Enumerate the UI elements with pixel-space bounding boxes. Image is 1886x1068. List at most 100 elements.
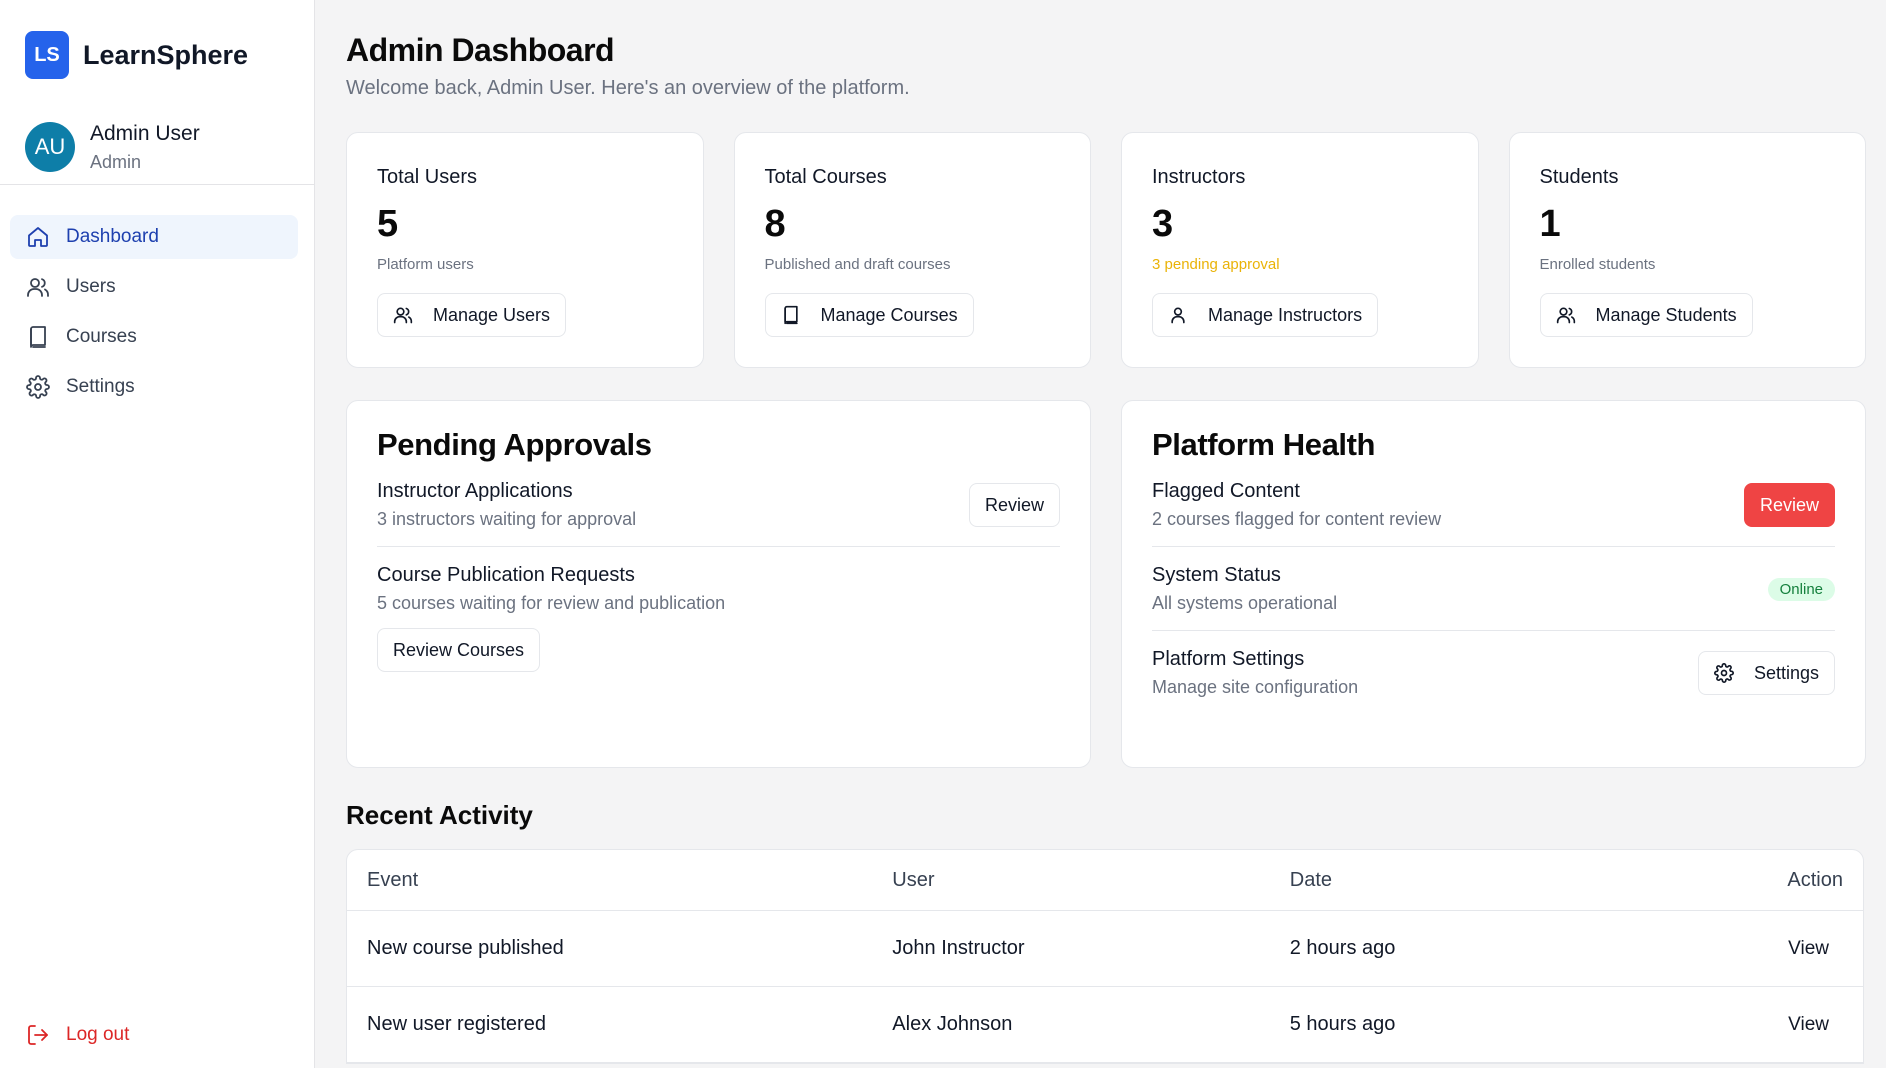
stat-value: 5 [377, 203, 399, 245]
sidebar: LS LearnSphere AU Admin User Admin Dashb… [0, 0, 315, 1068]
sidebar-item-label: Settings [66, 376, 135, 397]
stat-value: 8 [764, 203, 786, 245]
stat-note: Platform users [377, 256, 474, 273]
table-row: New user registered Alex Johnson 5 hours… [347, 987, 1863, 1063]
sidebar-nav: Dashboard Users Courses Settings [10, 215, 298, 415]
panels-row: Pending Approvals Instructor Application… [346, 400, 1866, 768]
manage-courses-button[interactable]: Manage Courses [764, 293, 974, 337]
sidebar-item-label: Courses [66, 326, 137, 347]
stats-row: Total Users 5 Platform users Manage User… [346, 132, 1866, 368]
stat-label: Total Users [377, 166, 478, 188]
column-header-date: Date [1289, 868, 1332, 891]
button-label: Manage Courses [820, 304, 958, 325]
main-content: Admin Dashboard Welcome back, Admin User… [315, 0, 1886, 1068]
sidebar-item-dashboard[interactable]: Dashboard [10, 215, 298, 259]
platform-settings-row: Platform Settings Manage site configurat… [1152, 631, 1835, 714]
logout-icon [28, 1025, 48, 1045]
page-subtitle: Welcome back, Admin User. Here's an over… [346, 77, 910, 99]
review-flagged-button[interactable]: Review [1743, 483, 1835, 527]
stat-card-instructors: Instructors 3 3 pending approval Manage … [1121, 132, 1479, 368]
cell-event: New course published [367, 937, 564, 959]
brand[interactable]: LS LearnSphere [0, 0, 314, 80]
row-title: Instructor Applications [377, 480, 573, 502]
row-title: Flagged Content [1152, 480, 1300, 502]
row-desc: 3 instructors waiting for approval [377, 509, 637, 529]
instructor-applications-row: Instructor Applications 3 instructors wa… [377, 463, 1060, 547]
system-status-row: System Status All systems operational On… [1152, 547, 1835, 631]
stat-label: Total Courses [764, 166, 887, 188]
manage-instructors-button[interactable]: Manage Instructors [1152, 293, 1379, 337]
stat-card-courses: Total Courses 8 Published and draft cour… [733, 132, 1091, 368]
button-label: Manage Instructors [1208, 304, 1363, 325]
review-courses-button[interactable]: Review Courses [377, 628, 541, 672]
button-label: Manage Users [433, 304, 551, 325]
sidebar-item-users[interactable]: Users [10, 265, 298, 309]
pending-approval-note: 3 pending approval [1152, 256, 1280, 273]
stat-label: Students [1539, 166, 1619, 188]
course-publication-row: Course Publication Requests 5 courses wa… [377, 547, 1060, 688]
stat-value: 3 [1152, 203, 1174, 245]
column-header-action: Action [1787, 868, 1843, 891]
users-icon [1556, 307, 1575, 324]
panel-title: Platform Health [1152, 427, 1376, 462]
logout-label: Log out [66, 1024, 130, 1045]
recent-activity-table: Event User Date Action New course publis… [346, 849, 1864, 1064]
stat-value: 1 [1539, 203, 1561, 245]
profile-role: Admin [90, 151, 142, 172]
view-link[interactable]: View [1729, 938, 1863, 960]
gear-icon [1714, 663, 1734, 683]
platform-health-panel: Platform Health Flagged Content 2 course… [1121, 400, 1866, 768]
row-desc: 2 courses flagged for content review [1152, 509, 1442, 529]
settings-button[interactable]: Settings [1697, 651, 1835, 695]
page-title: Admin Dashboard [346, 32, 615, 68]
column-header-event: Event [367, 868, 419, 891]
row-desc: 5 courses waiting for review and publica… [377, 593, 726, 613]
gear-icon [26, 375, 50, 399]
profile-name: Admin User [90, 121, 200, 145]
cell-date: 5 hours ago [1289, 1013, 1396, 1035]
book-icon [30, 326, 46, 348]
table-row: New course published John Instructor 2 h… [347, 911, 1863, 987]
users-icon [393, 307, 413, 324]
row-desc: All systems operational [1152, 593, 1338, 613]
sidebar-divider [0, 184, 314, 185]
stat-note: Published and draft courses [764, 256, 951, 273]
users-icon [27, 278, 49, 297]
stat-label: Instructors [1152, 166, 1246, 188]
stat-card-users: Total Users 5 Platform users Manage User… [346, 132, 704, 368]
cell-user: John Instructor [892, 937, 1025, 959]
avatar: AU [25, 122, 75, 172]
stat-note: Enrolled students [1539, 256, 1656, 273]
review-instructors-button[interactable]: Review [968, 483, 1060, 527]
home-icon [28, 227, 48, 247]
logout-button[interactable]: Log out [26, 1023, 129, 1047]
panel-title: Pending Approvals [377, 427, 652, 462]
row-title: System Status [1152, 564, 1281, 586]
user-profile: AU Admin User Admin [0, 80, 314, 184]
manage-users-button[interactable]: Manage Users [377, 293, 567, 337]
pending-approvals-panel: Pending Approvals Instructor Application… [346, 400, 1091, 768]
sidebar-item-settings[interactable]: Settings [10, 365, 298, 409]
cell-event: New user registered [367, 1013, 546, 1035]
sidebar-item-label: Users [66, 276, 116, 297]
view-link[interactable]: View [1729, 1014, 1863, 1036]
sidebar-item-courses[interactable]: Courses [10, 315, 298, 359]
button-label: Manage Students [1595, 304, 1737, 325]
table-header: Event User Date Action [347, 850, 1863, 911]
stat-card-students: Students 1 Enrolled students Manage Stud… [1508, 132, 1866, 368]
status-badge: Online [1767, 577, 1835, 601]
brand-logo: LS [25, 31, 69, 79]
row-title: Course Publication Requests [377, 564, 635, 586]
brand-name: LearnSphere [83, 39, 249, 70]
row-desc: Manage site configuration [1152, 677, 1359, 697]
manage-students-button[interactable]: Manage Students [1539, 293, 1753, 337]
cell-user: Alex Johnson [892, 1013, 1013, 1035]
user-icon [1171, 307, 1185, 324]
row-title: Platform Settings [1152, 648, 1305, 670]
book-icon [783, 305, 798, 325]
recent-activity-title: Recent Activity [346, 800, 533, 830]
button-label: Settings [1753, 662, 1819, 683]
column-header-user: User [892, 868, 935, 891]
sidebar-item-label: Dashboard [66, 226, 159, 247]
cell-date: 2 hours ago [1289, 937, 1396, 959]
